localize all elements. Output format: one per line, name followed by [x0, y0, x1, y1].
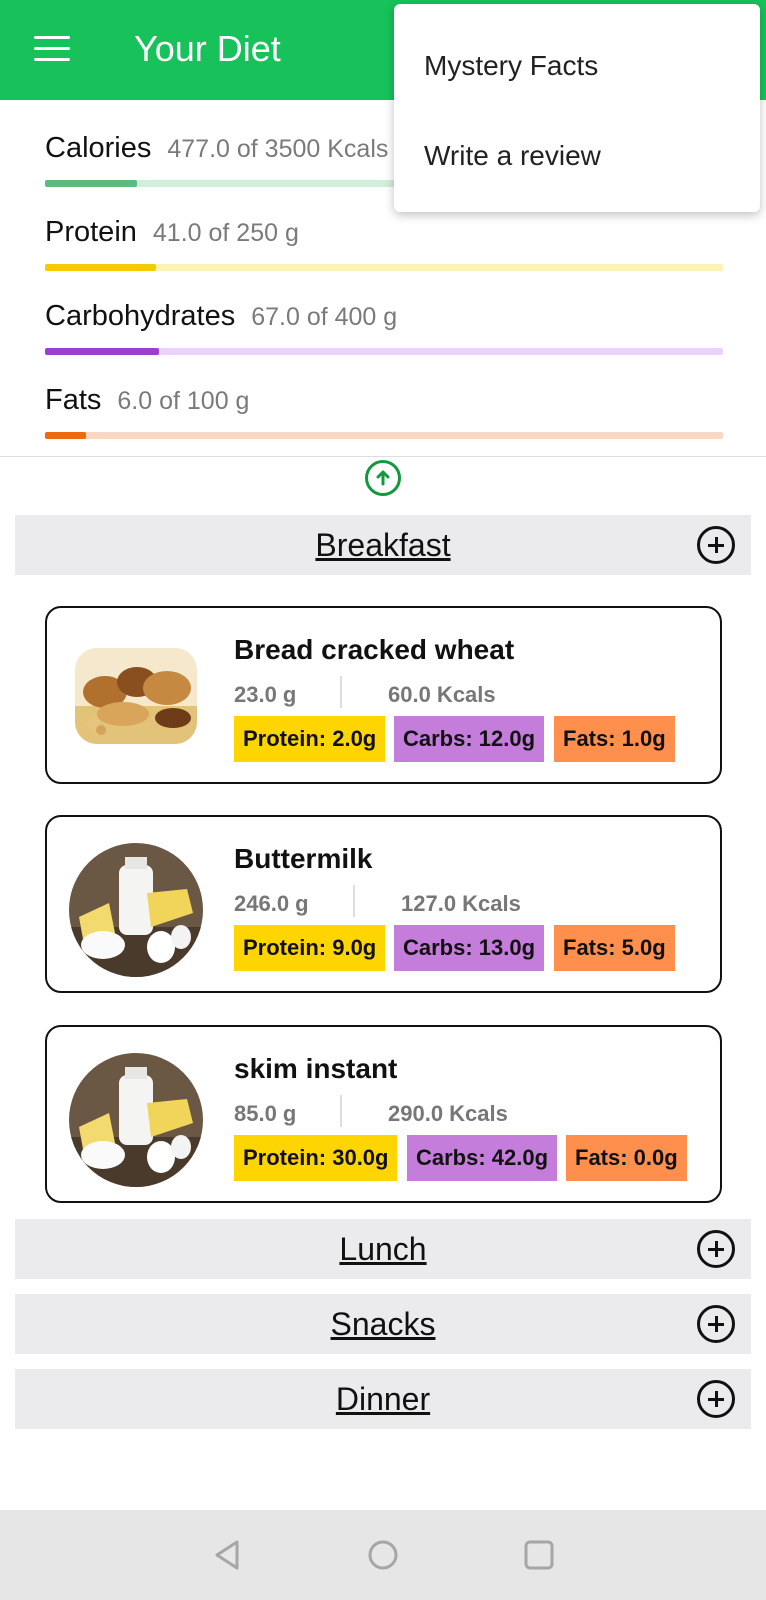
fats-tag: Fats: 5.0g [554, 925, 675, 971]
menu-item-mystery-facts[interactable]: Mystery Facts [424, 50, 598, 82]
add-circle-icon[interactable] [697, 526, 735, 564]
overflow-menu: Mystery Facts Write a review [394, 4, 760, 212]
progress-bar [45, 348, 723, 355]
nutrient-label: Carbohydrates [45, 300, 236, 332]
nutrient-label: Calories [45, 132, 152, 164]
meal-header-lunch[interactable]: Lunch [15, 1219, 751, 1279]
meal-title[interactable]: Lunch [15, 1231, 751, 1268]
food-image [69, 1053, 203, 1187]
progress-bar [45, 432, 723, 439]
carbs-tag: Carbs: 13.0g [394, 925, 545, 971]
progress-fill [45, 348, 159, 355]
food-card[interactable]: Buttermilk 246.0 g 127.0 Kcals Protein: … [45, 815, 722, 993]
food-quantity: 246.0 g [234, 891, 309, 916]
nutrient-value: 477.0 of 3500 Kcals [167, 135, 389, 163]
protein-tag: Protein: 9.0g [234, 925, 386, 971]
food-calories: 127.0 Kcals [401, 891, 521, 916]
home-icon[interactable] [364, 1536, 402, 1574]
food-image [69, 843, 203, 977]
fats-tag: Fats: 1.0g [554, 716, 675, 762]
protein-tag: Protein: 2.0g [234, 716, 386, 762]
food-name: Bread cracked wheat [234, 634, 515, 665]
meal-header-dinner[interactable]: Dinner [15, 1369, 751, 1429]
carbs-tag: Carbs: 12.0g [394, 716, 545, 762]
nutrient-label: Protein [45, 216, 137, 248]
app-title: Your Diet [134, 28, 281, 69]
food-card[interactable]: Bread cracked wheat 23.0 g 60.0 Kcals Pr… [45, 606, 722, 784]
protein-tag: Protein: 30.0g [234, 1135, 398, 1181]
nutrient-value: 6.0 of 100 g [117, 387, 250, 415]
meal-header-snacks[interactable]: Snacks [15, 1294, 751, 1354]
nutrient-fats: Fats 6.0 of 100 g [45, 384, 723, 439]
meal-title[interactable]: Dinner [15, 1381, 751, 1418]
nutrient-value: 67.0 of 400 g [251, 303, 398, 331]
progress-fill [45, 264, 157, 271]
divider [0, 456, 766, 457]
collapse-arrow-up-icon[interactable] [365, 460, 401, 496]
back-icon[interactable] [208, 1536, 246, 1574]
menu-item-write-review[interactable]: Write a review [424, 140, 601, 172]
fats-tag: Fats: 0.0g [566, 1135, 687, 1181]
hamburger-icon[interactable] [34, 36, 70, 62]
separator [340, 1095, 342, 1127]
recents-icon[interactable] [520, 1536, 558, 1574]
food-name: Buttermilk [234, 843, 373, 874]
carbs-tag: Carbs: 42.0g [407, 1135, 558, 1181]
separator [353, 885, 355, 917]
meal-title[interactable]: Snacks [15, 1306, 751, 1343]
food-quantity: 23.0 g [234, 682, 297, 707]
progress-fill [45, 180, 138, 187]
nutrient-label: Fats [45, 384, 102, 416]
progress-bar [45, 264, 723, 271]
food-card[interactable]: skim instant 85.0 g 290.0 Kcals Protein:… [45, 1025, 722, 1203]
system-nav-bar [0, 1510, 766, 1600]
meal-title[interactable]: Breakfast [15, 527, 751, 564]
nutrient-carbohydrates: Carbohydrates 67.0 of 400 g [45, 300, 723, 355]
food-quantity: 85.0 g [234, 1101, 297, 1126]
add-circle-icon[interactable] [697, 1230, 735, 1268]
nutrient-protein: Protein 41.0 of 250 g [45, 216, 723, 271]
food-name: skim instant [234, 1053, 398, 1084]
separator [340, 676, 342, 708]
food-calories: 290.0 Kcals [388, 1101, 508, 1126]
add-circle-icon[interactable] [697, 1305, 735, 1343]
nutrient-value: 41.0 of 250 g [152, 219, 299, 247]
food-calories: 60.0 Kcals [388, 682, 496, 707]
food-image [75, 648, 197, 744]
progress-fill [45, 432, 86, 439]
add-circle-icon[interactable] [697, 1380, 735, 1418]
meal-header-breakfast[interactable]: Breakfast [15, 515, 751, 575]
